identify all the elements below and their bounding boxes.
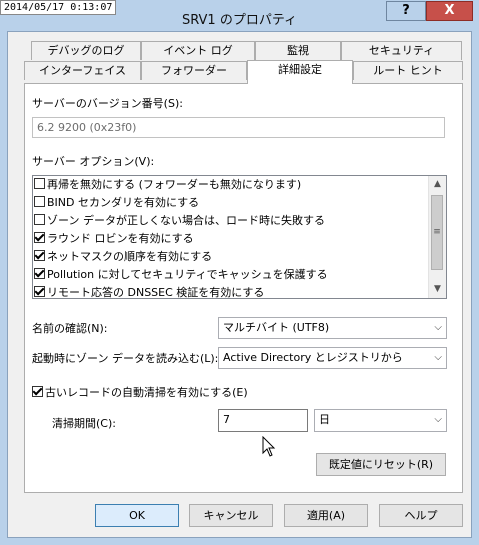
options-scrollbar[interactable]: ▲ ≡ ▼ <box>428 176 446 298</box>
tab-debug-log[interactable]: デバッグのログ <box>31 41 141 60</box>
option-label: リモート応答の DNSSEC 検証を有効にする <box>47 286 265 299</box>
scavenging-checkbox[interactable] <box>32 386 43 397</box>
server-version-label: サーバーのバージョン番号(S): <box>32 97 183 110</box>
scroll-up-icon[interactable]: ▲ <box>429 176 446 193</box>
option-label: Pollution に対してセキュリティでキャッシュを保護する <box>47 268 328 281</box>
option-disable-recursion[interactable]: 再帰を無効にする (フォワーダーも無効になります) <box>33 176 301 194</box>
chevron-down-icon: ⌵ <box>434 322 442 333</box>
option-label: ゾーン データが正しくない場合は、ロード時に失敗する <box>47 214 325 227</box>
option-dnssec-validation[interactable]: リモート応答の DNSSEC 検証を有効にする <box>33 284 265 299</box>
option-label: BIND セカンダリを有効にする <box>47 196 200 209</box>
help-button[interactable]: ヘルプ <box>379 504 463 527</box>
option-netmask-ordering[interactable]: ネットマスクの順序を有効にする <box>33 248 212 266</box>
load-zone-value: Active Directory とレジストリから <box>223 351 403 364</box>
tab-forwarders[interactable]: フォワーダー <box>141 61 247 80</box>
chevron-down-icon: ⌵ <box>434 352 442 363</box>
properties-dialog: SRV1 のプロパティ ? X 2014/05/17 0:13:07 デバッグの… <box>0 0 479 545</box>
option-secure-cache[interactable]: Pollution に対してセキュリティでキャッシュを保護する <box>33 266 328 284</box>
option-label: ネットマスクの順序を有効にする <box>47 250 213 263</box>
tab-root-hints[interactable]: ルート ヒント <box>353 61 463 80</box>
option-bind-secondaries[interactable]: BIND セカンダリを有効にする <box>33 194 199 212</box>
name-checking-value: マルチバイト (UTF8) <box>223 321 330 334</box>
scavenging-unit-select[interactable]: 日 ⌵ <box>314 409 447 432</box>
scavenging-period-input[interactable]: 7 <box>218 409 308 432</box>
scavenging-period-value: 7 <box>223 413 230 426</box>
mouse-pointer-icon <box>262 436 276 457</box>
scavenging-checkbox-label: 古いレコードの自動清掃を有効にする(E) <box>45 386 248 399</box>
tab-security[interactable]: セキュリティ <box>341 41 462 60</box>
load-zone-label: 起動時にゾーン データを読み込む(L): <box>32 352 219 365</box>
reset-defaults-button[interactable]: 既定値にリセット(R) <box>316 453 446 476</box>
checkbox[interactable] <box>34 214 45 225</box>
cancel-button[interactable]: キャンセル <box>189 504 273 527</box>
scavenging-unit-value: 日 <box>319 413 330 426</box>
load-zone-select[interactable]: Active Directory とレジストリから ⌵ <box>218 347 447 369</box>
ok-button[interactable]: OK <box>95 504 179 527</box>
server-options-list[interactable]: 再帰を無効にする (フォワーダーも無効になります) BIND セカンダリを有効に… <box>32 175 447 299</box>
tab-monitoring[interactable]: 監視 <box>255 41 341 60</box>
help-title-button[interactable]: ? <box>386 1 426 21</box>
server-version-field: 6.2 9200 (0x23f0) <box>32 117 445 138</box>
checkbox[interactable] <box>34 196 45 207</box>
tab-advanced[interactable]: 詳細設定 <box>247 60 353 84</box>
tab-interfaces[interactable]: インターフェイス <box>24 61 141 80</box>
name-checking-label: 名前の確認(N): <box>32 322 108 335</box>
tab-event-log[interactable]: イベント ログ <box>141 41 255 60</box>
checkbox[interactable] <box>34 232 45 243</box>
name-checking-select[interactable]: マルチバイト (UTF8) ⌵ <box>218 317 447 339</box>
checkbox[interactable] <box>34 250 45 261</box>
checkbox[interactable] <box>34 268 45 279</box>
scavenging-period-label: 清掃期間(C): <box>52 417 116 430</box>
option-fail-on-load[interactable]: ゾーン データが正しくない場合は、ロード時に失敗する <box>33 212 325 230</box>
scroll-down-icon[interactable]: ▼ <box>429 281 446 298</box>
scavenging-checkbox-row[interactable]: 古いレコードの自動清掃を有効にする(E) <box>31 384 248 400</box>
option-label: ラウンド ロビンを有効にする <box>47 232 194 245</box>
screen-timestamp: 2014/05/17 0:13:07 <box>0 0 117 15</box>
server-options-label: サーバー オプション(V): <box>32 155 155 168</box>
chevron-down-icon: ⌵ <box>434 414 442 425</box>
checkbox[interactable] <box>34 178 45 189</box>
option-label: 再帰を無効にする (フォワーダーも無効になります) <box>47 178 302 191</box>
apply-button[interactable]: 適用(A) <box>284 504 368 527</box>
option-round-robin[interactable]: ラウンド ロビンを有効にする <box>33 230 194 248</box>
close-button[interactable]: X <box>426 1 473 21</box>
checkbox[interactable] <box>34 286 45 297</box>
scroll-thumb[interactable]: ≡ <box>431 195 443 270</box>
